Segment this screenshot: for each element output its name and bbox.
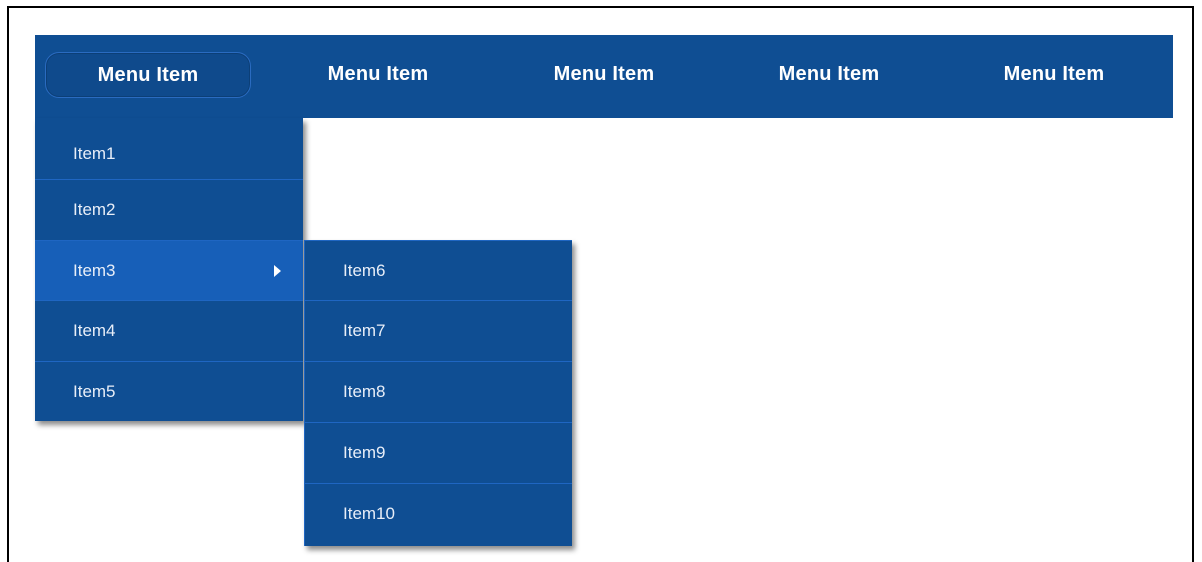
menu-item-3[interactable]: Menu Item	[501, 52, 707, 98]
dropdown-item-3[interactable]: Item3	[35, 240, 303, 300]
submenu-item-6[interactable]: Item6	[305, 241, 572, 301]
menu-bar: Menu Item Menu Item Menu Item Menu Item …	[35, 35, 1173, 118]
dropdown-item-3-label: Item3	[73, 261, 116, 280]
submenu-item-9[interactable]: Item9	[305, 422, 572, 482]
dropdown-item-4[interactable]: Item4	[35, 300, 303, 360]
menu-item-4[interactable]: Menu Item	[726, 52, 932, 98]
dropdown-menu: Item1 Item2 Item3 Item4 Item5	[35, 118, 303, 421]
dropdown-item-2[interactable]: Item2	[35, 179, 303, 239]
chevron-right-icon	[274, 265, 281, 277]
submenu-item-10[interactable]: Item10	[305, 483, 572, 543]
menu-item-1[interactable]: Menu Item	[45, 52, 251, 98]
submenu: Item6 Item7 Item8 Item9 Item10	[304, 240, 572, 546]
menu-item-5[interactable]: Menu Item	[951, 52, 1157, 98]
dropdown-item-5[interactable]: Item5	[35, 361, 303, 421]
submenu-item-8[interactable]: Item8	[305, 361, 572, 421]
submenu-item-7[interactable]: Item7	[305, 300, 572, 360]
menu-item-2[interactable]: Menu Item	[275, 52, 481, 98]
dropdown-item-1[interactable]: Item1	[35, 124, 303, 184]
